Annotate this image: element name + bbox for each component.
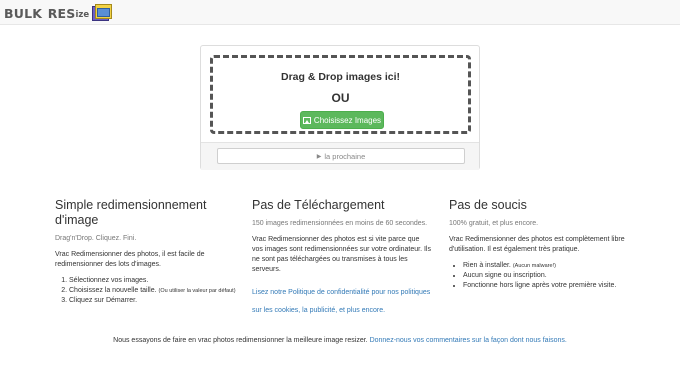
picture-icon xyxy=(302,116,311,124)
footer-text: Nous essayons de faire en vrac photos re… xyxy=(113,337,368,344)
benefit-item: Aucun signe ou inscription. xyxy=(463,271,629,281)
drop-zone[interactable]: Drag & Drop images ici! OU Choisissez Im… xyxy=(210,55,471,134)
feature-no-upload-title: Pas de Téléchargement xyxy=(252,198,385,212)
logo-text-ize: ize xyxy=(75,10,90,20)
feedback-link[interactable]: Donnez-nous vos commentaires sur la faço… xyxy=(370,337,567,344)
feature-simple-desc: Vrac Redimensionner des photos, il est f… xyxy=(55,251,205,268)
feature-no-worries: Pas de soucis 100% gratuit, et plus enco… xyxy=(449,198,629,291)
chevron-right-icon: ▶ xyxy=(316,153,322,160)
feature-simple-title: Simple redimensionnement d'image xyxy=(55,198,207,227)
feature-simple-lead: Drag'n'Drop. Cliquez. Fini. xyxy=(55,235,137,242)
footer-message: Nous essayons de faire en vrac photos re… xyxy=(0,337,680,344)
top-navbar: BULK RESize xyxy=(0,0,680,25)
choose-images-button[interactable]: Choisissez Images xyxy=(300,111,384,129)
privacy-policy-link[interactable]: Lisez notre Politique de confidentialité… xyxy=(252,289,430,314)
panel-footer: ▶ la prochaine xyxy=(201,142,479,170)
step-note: (Ou utiliser la valeur par défaut) xyxy=(158,288,236,294)
feature-no-worries-desc: Vrac Redimensionner des photos est compl… xyxy=(449,236,625,253)
benefits-list: Rien à installer. (Aucun malware!) Aucun… xyxy=(449,261,629,291)
site-logo[interactable]: BULK RESize xyxy=(4,2,113,24)
drop-zone-title: Drag & Drop images ici! xyxy=(280,71,401,83)
choose-images-label: Choisissez Images xyxy=(313,115,382,125)
upload-panel: Drag & Drop images ici! OU Choisissez Im… xyxy=(200,45,480,170)
step-item: Cliquez sur Démarrer. xyxy=(69,296,245,306)
next-button[interactable]: ▶ la prochaine xyxy=(217,148,465,164)
feature-no-upload: Pas de Téléchargement 150 images redimen… xyxy=(252,198,432,317)
next-button-label: la prochaine xyxy=(324,151,366,161)
logo-text-bulk: BULK xyxy=(4,6,43,21)
feature-no-upload-desc: Vrac Redimensionner des photos est si vi… xyxy=(252,236,431,273)
logo-text-res: RES xyxy=(47,6,76,21)
feature-no-worries-lead: 100% gratuit, et plus encore. xyxy=(449,220,539,227)
benefit-item: Rien à installer. (Aucun malware!) xyxy=(463,261,629,271)
feature-simple: Simple redimensionnement d'image Drag'n'… xyxy=(55,198,245,306)
feature-no-upload-lead: 150 images redimensionnées en moins de 6… xyxy=(252,220,428,227)
step-item: Choisissez la nouvelle taille. (Ou utili… xyxy=(69,286,245,296)
steps-list: Sélectionnez vos images. Choisissez la n… xyxy=(55,276,245,306)
feature-no-worries-title: Pas de soucis xyxy=(449,198,527,212)
benefit-item: Fonctionne hors ligne après votre premiè… xyxy=(463,281,629,291)
benefit-note: (Aucun malware!) xyxy=(512,263,556,269)
drop-zone-or: OU xyxy=(331,91,350,105)
step-item: Sélectionnez vos images. xyxy=(69,276,245,286)
photos-stack-icon xyxy=(91,3,113,23)
